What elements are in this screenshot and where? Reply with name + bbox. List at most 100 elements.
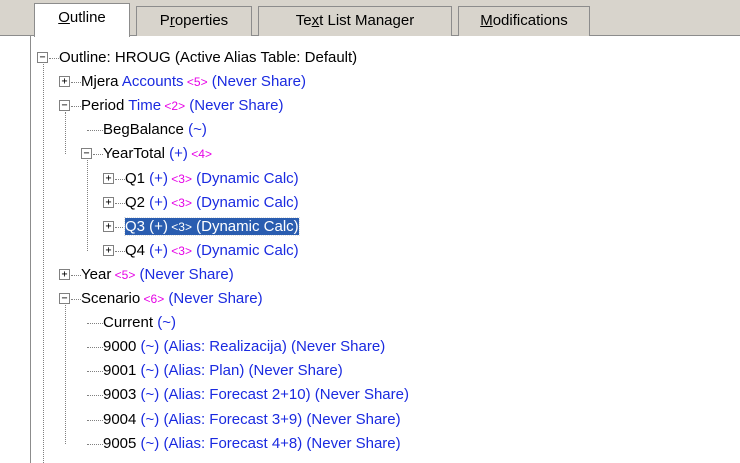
member-attribute: (Never Share) (207, 73, 306, 91)
tree-node-scenario-label: Scenario <6> (Never Share) (81, 290, 263, 307)
tree-connector-line (65, 112, 66, 155)
tree-node-q1[interactable]: Q1 (+) <3> (Dynamic Calc) (125, 168, 299, 190)
member-name: 9003 (103, 386, 137, 404)
tree-node-current[interactable]: Current (~) (103, 312, 176, 334)
tree-node-begbalance[interactable]: BegBalance (~) (103, 119, 207, 141)
tree-node-mjera-expand-toggle[interactable]: + (59, 76, 70, 88)
tree-connector-line (115, 178, 125, 180)
tree-connector-line (115, 250, 125, 252)
tree-connector-line (87, 395, 103, 397)
tree-node-s9004[interactable]: 9004 (~) (Alias: Forecast 3+9) (Never Sh… (103, 409, 401, 431)
tree-connector-line (87, 347, 103, 349)
member-attribute: (~) (Alias: Realizacija) (Never Share) (136, 338, 386, 356)
tree-connector-line (115, 226, 125, 228)
outline-tree[interactable]: − Outline: HROUG (Active Alias Table: Def… (30, 36, 740, 463)
member-name: Q3 (125, 217, 146, 235)
member-count: <2> (161, 99, 186, 114)
member-name: Year (81, 265, 112, 283)
member-attribute: (+) (145, 193, 168, 211)
member-attribute: (+) (145, 169, 168, 187)
member-attribute: (+) (165, 145, 188, 163)
tab-properties-label: Properties (159, 12, 229, 29)
tab-strip: Outline Properties Text List Manager Mod… (0, 0, 740, 37)
tree-node-q2-expand-toggle[interactable]: + (103, 196, 114, 208)
member-name: 9000 (103, 338, 137, 356)
tree-connector-line (87, 160, 88, 251)
tree-node-year[interactable]: Year <5> (Never Share) (81, 264, 234, 286)
tree-node-year-expand-toggle[interactable]: + (59, 268, 70, 280)
member-attribute: (Dynamic Calc) (191, 169, 299, 187)
member-name: 9004 (103, 410, 137, 428)
member-attribute: (~) (Alias: Forecast 4+8) (Never Share) (136, 434, 401, 452)
member-count: <3> (167, 195, 192, 210)
tree-node-q4-label: Q4 (+) <3> (Dynamic Calc) (125, 242, 299, 259)
tree-root[interactable]: Outline: HROUG (Active Alias Table: Defa… (59, 47, 357, 69)
tree-connector-line (87, 323, 103, 325)
tree-root-label: Outline: HROUG (Active Alias Table: Defa… (59, 49, 357, 66)
tab-properties[interactable]: Properties (136, 6, 252, 36)
tree-node-q4-expand-toggle[interactable]: + (103, 244, 114, 256)
member-name: Q2 (125, 193, 146, 211)
member-attribute: (Dynamic Calc) (191, 193, 299, 211)
tab-modifications[interactable]: Modifications (458, 6, 590, 36)
tab-outline-label: Outline (58, 9, 106, 26)
member-attribute: (~) (Alias: Forecast 2+10) (Never Share) (136, 386, 409, 404)
tree-node-yeartotal[interactable]: YearTotal (+) <4> (103, 143, 212, 165)
member-attribute: (~) (153, 314, 176, 332)
tree-node-s9003[interactable]: 9003 (~) (Alias: Forecast 2+10) (Never S… (103, 384, 409, 406)
tree-node-period[interactable]: Period Time <2> (Never Share) (81, 95, 283, 117)
member-count: <6> (140, 292, 165, 306)
tree-node-mjera-label: Mjera Accounts <5> (Never Share) (81, 73, 306, 90)
member-name: 9001 (103, 362, 137, 380)
tree-node-s9003-label: 9003 (~) (Alias: Forecast 2+10) (Never S… (103, 386, 409, 403)
member-name: Scenario (81, 290, 141, 307)
member-attribute: (Never Share) (164, 290, 263, 307)
member-count: <5> (111, 267, 136, 282)
member-name: Period (81, 97, 125, 115)
tree-node-s9000[interactable]: 9000 (~) (Alias: Realizacija) (Never Sha… (103, 336, 385, 358)
root-collapse-toggle[interactable]: − (37, 52, 48, 63)
member-name: BegBalance (103, 121, 184, 139)
member-attribute: (+) (145, 241, 168, 259)
tree-connector-line (71, 82, 81, 84)
member-name: Current (103, 314, 154, 332)
tab-text-list-manager[interactable]: Text List Manager (258, 6, 452, 36)
member-attribute: (Dynamic Calc) (191, 241, 299, 259)
member-name: Outline: HROUG (Active Alias Table: Defa… (59, 49, 358, 66)
tab-text-list-manager-label: Text List Manager (295, 12, 415, 29)
member-attribute: Time (124, 97, 162, 115)
tree-node-q3[interactable]: Q3 (+) <3> (Dynamic Calc) (124, 216, 300, 238)
tree-node-q4[interactable]: Q4 (+) <3> (Dynamic Calc) (125, 240, 299, 262)
tree-node-q2[interactable]: Q2 (+) <3> (Dynamic Calc) (125, 192, 299, 214)
tree-node-s9000-label: 9000 (~) (Alias: Realizacija) (Never Sha… (103, 338, 385, 355)
tree-connector-line (43, 64, 44, 463)
member-name: YearTotal (103, 145, 165, 163)
tree-node-period-label: Period Time <2> (Never Share) (81, 97, 283, 114)
tree-node-mjera[interactable]: Mjera Accounts <5> (Never Share) (81, 71, 306, 93)
member-name: Q1 (125, 169, 146, 187)
tree-connector-line (87, 371, 103, 373)
tree-connector-line (115, 202, 125, 204)
tree-connector-line (87, 130, 103, 132)
tree-node-q1-label: Q1 (+) <3> (Dynamic Calc) (125, 170, 299, 187)
tree-node-yeartotal-collapse-toggle[interactable]: − (81, 148, 92, 160)
member-attribute: (+) (145, 217, 168, 235)
tree-node-q3-expand-toggle[interactable]: + (103, 220, 114, 232)
tree-node-current-label: Current (~) (103, 314, 176, 331)
tree-node-s9001[interactable]: 9001 (~) (Alias: Plan) (Never Share) (103, 360, 343, 382)
tree-node-s9005[interactable]: 9005 (~) (Alias: Forecast 4+8) (Never Sh… (103, 433, 401, 455)
tab-modifications-label: Modifications (480, 12, 568, 29)
tree-node-q3-label: Q3 (+) <3> (Dynamic Calc) (124, 216, 300, 236)
tab-outline[interactable]: Outline (34, 3, 130, 37)
tree-node-s9004-label: 9004 (~) (Alias: Forecast 3+9) (Never Sh… (103, 411, 401, 428)
member-count: <3> (167, 171, 192, 186)
tree-connector-line (87, 419, 103, 421)
tree-node-s9005-label: 9005 (~) (Alias: Forecast 4+8) (Never Sh… (103, 435, 401, 452)
tree-connector-line (93, 154, 103, 156)
member-attribute: (Never Share) (135, 265, 234, 283)
tree-node-period-collapse-toggle[interactable]: − (59, 100, 70, 112)
tree-node-scenario-collapse-toggle[interactable]: − (59, 293, 70, 304)
tree-node-scenario[interactable]: Scenario <6> (Never Share) (81, 288, 263, 310)
tree-node-q1-expand-toggle[interactable]: + (103, 172, 114, 184)
tree-connector-line (71, 274, 81, 276)
